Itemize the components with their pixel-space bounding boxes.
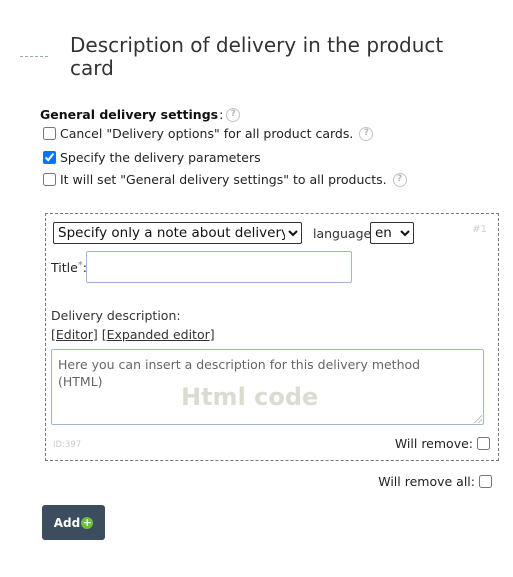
option-specify-delivery-parameters: Specify the delivery parameters [43,150,261,165]
language-label: language [313,226,372,241]
will-remove-all-label[interactable]: Will remove all: [378,474,475,489]
option-cancel-delivery-options: Cancel "Delivery options" for all produc… [43,126,374,141]
editor-link[interactable]: [Editor] [51,327,98,342]
title-label: Title*: [51,260,87,275]
add-button-label: Add [53,515,81,530]
set-general-to-all-checkbox[interactable] [43,173,56,186]
add-button[interactable]: Add + [42,505,105,540]
general-settings-text: General delivery settings [40,107,219,122]
page-title: Description of delivery in the product c… [70,33,444,80]
expanded-editor-link[interactable]: [Expanded editor] [102,327,215,342]
title-input[interactable] [86,251,352,283]
will-remove-all-row: Will remove all: [378,474,492,489]
title-label-text: Title [51,260,78,275]
specify-delivery-parameters-checkbox[interactable] [43,151,56,164]
option-label[interactable]: Cancel "Delivery options" for all produc… [60,126,353,141]
delivery-item-id: ID:397 [53,440,82,450]
general-settings-colon: : [219,107,224,122]
html-code-watermark: Html code [181,383,319,411]
page: Description of delivery in the product c… [0,0,513,577]
question-circle-icon[interactable]: ? [226,107,241,122]
option-label[interactable]: Specify the delivery parameters [60,150,261,165]
delivery-description-label: Delivery description: [51,308,181,323]
option-set-general-to-all: It will set "General delivery settings" … [43,172,407,187]
delivery-type-select[interactable]: Specify only a note about delivery [53,222,302,244]
option-label[interactable]: It will set "General delivery settings" … [60,172,387,187]
cancel-delivery-options-checkbox[interactable] [43,127,56,140]
question-circle-icon[interactable]: ? [359,126,374,141]
will-remove-row: Will remove: [395,436,490,451]
general-settings-label: General delivery settings : ? [40,107,241,122]
will-remove-checkbox[interactable] [477,437,490,450]
plus-circle-icon: + [81,516,94,529]
delivery-item-number: #1 [472,224,487,235]
question-circle-icon[interactable]: ? [392,172,407,187]
delivery-item-box: #1 Specify only a note about delivery la… [45,213,499,461]
resize-grip-icon[interactable] [474,415,482,423]
will-remove-all-checkbox[interactable] [479,475,492,488]
editor-links: [Editor] [Expanded editor] [51,327,215,342]
language-select[interactable]: en [370,222,414,244]
will-remove-label[interactable]: Will remove: [395,436,473,451]
delivery-description-textarea[interactable]: Here you can insert a description for th… [51,349,484,425]
title-dash-decoration [20,56,48,57]
